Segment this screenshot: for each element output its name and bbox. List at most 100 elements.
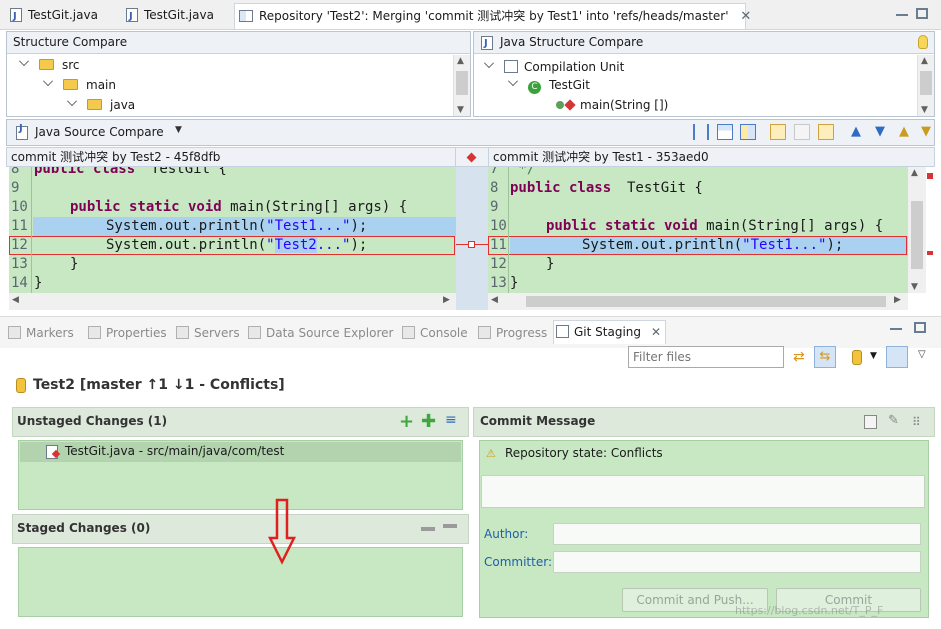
compare-icon: [239, 10, 253, 22]
scroll-right-icon[interactable]: ▶: [443, 295, 450, 305]
tree-item-java[interactable]: java: [67, 96, 135, 112]
previous-difference-icon[interactable]: ▼: [872, 124, 888, 140]
presentation-icon[interactable]: [886, 346, 908, 368]
stage-all-icon[interactable]: ✚: [421, 411, 436, 432]
tab-servers[interactable]: Servers: [174, 322, 240, 344]
chevron-down-icon[interactable]: [19, 56, 29, 66]
tree-item-src[interactable]: src: [19, 56, 80, 72]
committer-field[interactable]: [553, 551, 921, 573]
author-label: Author:: [484, 527, 529, 541]
overview-ruler[interactable]: [926, 167, 935, 310]
chevron-down-icon[interactable]: [484, 58, 494, 68]
tab-console[interactable]: Console: [400, 322, 468, 344]
show-ancestor-icon[interactable]: [717, 124, 733, 140]
chevron-down-icon[interactable]: [508, 76, 518, 86]
scroll-thumb[interactable]: [911, 201, 923, 269]
method-icon: [556, 101, 564, 109]
vertical-scrollbar[interactable]: [908, 167, 926, 293]
tree-item-testgit[interactable]: C TestGit: [508, 76, 590, 94]
tab-markers[interactable]: Markers: [6, 322, 74, 344]
minimize-icon[interactable]: [896, 8, 908, 16]
sign-off-icon[interactable]: [864, 415, 877, 429]
link-selection-icon[interactable]: ⇆: [814, 346, 836, 368]
chevron-down-icon[interactable]: [43, 76, 53, 86]
tab-testgit-java-2[interactable]: TestGit.java: [120, 3, 230, 29]
tab-properties[interactable]: Properties: [86, 322, 167, 344]
minimize-icon[interactable]: [890, 322, 902, 330]
vertical-scrollbar[interactable]: [453, 55, 470, 116]
copy-current-right-icon[interactable]: [818, 124, 834, 140]
conflict-marker[interactable]: [927, 173, 933, 179]
next-change-icon[interactable]: ▲: [896, 124, 912, 140]
tree-item-main[interactable]: main: [43, 76, 116, 92]
commit-message-input[interactable]: [481, 475, 925, 508]
tab-testgit-java-1[interactable]: TestGit.java: [4, 3, 112, 29]
right-code-pane[interactable]: 7 */ 8 public class TestGit { 9 10 public s…: [488, 167, 908, 293]
close-icon[interactable]: ✕: [740, 5, 751, 29]
conflict-marker[interactable]: [468, 241, 475, 248]
author-field[interactable]: [553, 523, 921, 545]
scroll-thumb[interactable]: [456, 71, 468, 95]
ignore-whitespace-icon[interactable]: [693, 124, 709, 140]
list-item[interactable]: TestGit.java - src/main/java/com/test: [20, 442, 461, 462]
tree-item-main-method[interactable]: main(String []): [556, 98, 668, 112]
staged-list[interactable]: [18, 547, 463, 617]
scroll-right-icon[interactable]: ▶: [894, 295, 901, 305]
conflict-icon: [564, 99, 576, 111]
tab-data-source-explorer[interactable]: Data Source Explorer: [246, 322, 393, 344]
scroll-up-icon[interactable]: [454, 55, 470, 69]
conflict-icon: [466, 152, 477, 163]
next-difference-icon[interactable]: ▲: [848, 124, 864, 140]
scroll-thumb[interactable]: [526, 296, 886, 307]
maximize-icon[interactable]: [914, 322, 926, 333]
markers-icon: [8, 326, 21, 339]
lightbulb-icon[interactable]: [918, 35, 928, 49]
console-icon: [402, 326, 415, 339]
swap-sides-icon[interactable]: [740, 124, 756, 140]
unstage-all-icon[interactable]: [443, 524, 457, 528]
more-icon[interactable]: ⠿: [912, 415, 921, 429]
vertical-scrollbar[interactable]: [917, 55, 934, 116]
scroll-down-icon[interactable]: [918, 102, 934, 116]
warning-icon: ⚠: [486, 447, 496, 460]
staged-header: Staged Changes (0): [12, 514, 469, 544]
data-source-icon: [248, 326, 261, 339]
java-file-icon: [481, 33, 493, 53]
repository-state: Repository state: Conflicts: [505, 446, 663, 460]
close-icon[interactable]: ✕: [651, 321, 661, 343]
amend-icon[interactable]: ✎: [888, 413, 899, 428]
copy-current-left-icon[interactable]: [794, 124, 810, 140]
scroll-down-icon[interactable]: [454, 102, 470, 116]
filter-files-input[interactable]: [628, 346, 784, 368]
left-code-pane[interactable]: 8 public class TestGit { 9 10 public static…: [9, 167, 456, 293]
sort-icon[interactable]: ≡: [445, 412, 457, 428]
scroll-left-icon[interactable]: ◀: [491, 295, 498, 305]
folder-icon: [39, 59, 54, 70]
pane-header: Java Structure Compare: [474, 32, 934, 54]
horizontal-scrollbar[interactable]: ◀ ▶: [9, 293, 456, 310]
maximize-icon[interactable]: [916, 8, 928, 19]
tab-git-staging[interactable]: Git Staging ✕: [553, 320, 667, 344]
view-menu-icon[interactable]: ▽: [918, 349, 926, 360]
tab-merge-repository[interactable]: Repository 'Test2': Merging 'commit 测试冲突…: [234, 3, 751, 29]
scroll-down-icon[interactable]: [908, 279, 925, 293]
copy-all-left-icon[interactable]: [770, 124, 786, 140]
chevron-down-icon[interactable]: [67, 96, 77, 106]
dropdown-icon[interactable]: ▼: [870, 351, 877, 361]
refresh-icon[interactable]: ⇄: [793, 349, 809, 365]
scroll-up-icon[interactable]: [908, 167, 925, 181]
tab-progress[interactable]: Progress: [476, 322, 547, 344]
horizontal-scrollbar[interactable]: ◀ ▶: [488, 293, 908, 310]
unstage-selected-icon[interactable]: [421, 527, 435, 531]
scroll-left-icon[interactable]: ◀: [12, 295, 19, 305]
conflict-marker[interactable]: [927, 251, 933, 255]
scroll-up-icon[interactable]: [918, 55, 934, 69]
scroll-thumb[interactable]: [920, 71, 932, 95]
previous-change-icon[interactable]: ▼: [918, 124, 934, 140]
tree-item-compilation-unit[interactable]: Compilation Unit: [484, 58, 624, 74]
unstaged-list[interactable]: TestGit.java - src/main/java/com/test: [18, 440, 463, 510]
stage-selected-icon[interactable]: +: [399, 411, 414, 432]
dropdown-icon[interactable]: ▼: [175, 125, 182, 135]
repository-icon: [16, 378, 26, 393]
repository-icon[interactable]: [852, 350, 862, 365]
